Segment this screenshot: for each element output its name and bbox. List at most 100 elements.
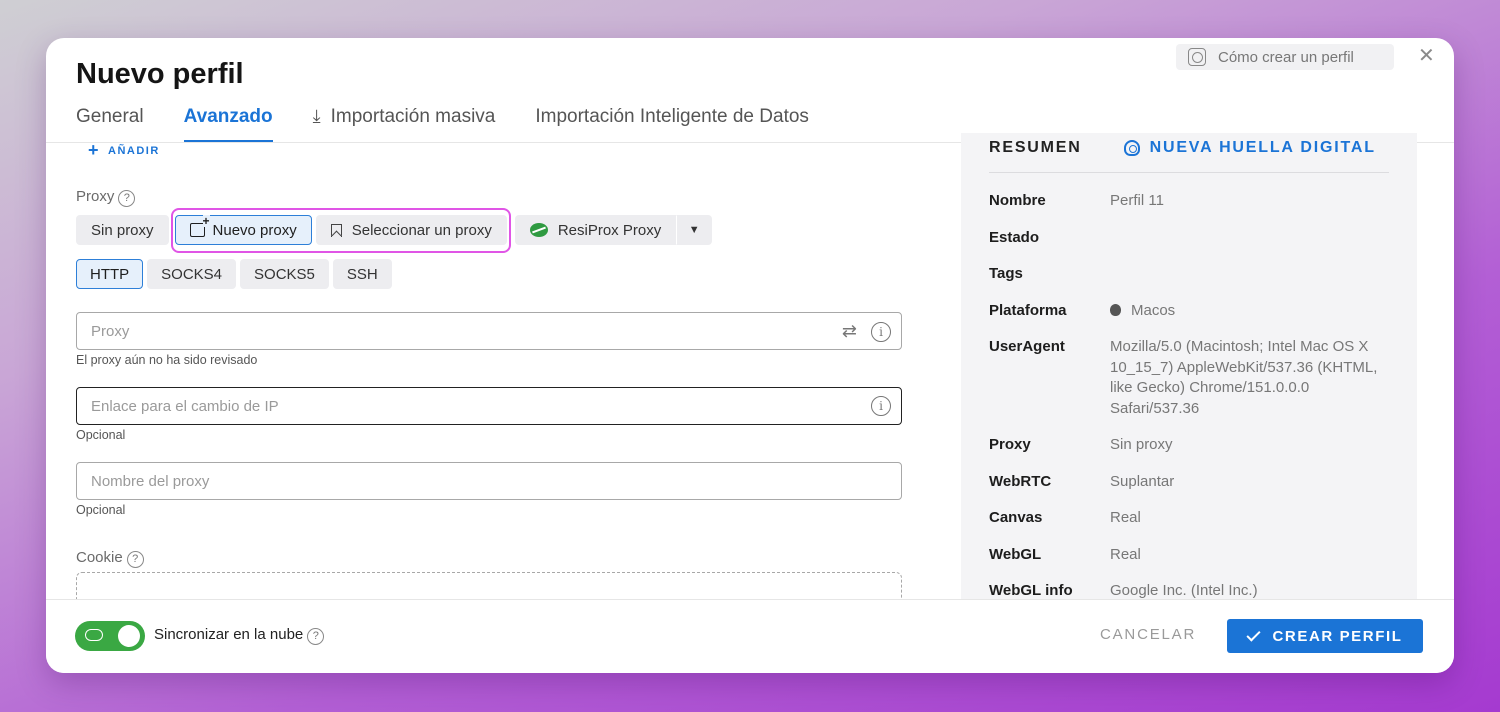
summary-value: Google Inc. (Intel Inc.) [1110, 582, 1258, 599]
proxy-label: Proxy? [76, 188, 136, 207]
protocol-socks5[interactable]: SOCKS5 [240, 259, 329, 289]
add-button[interactable]: + AÑADIR [88, 143, 160, 161]
summary-row: WebGL info Google Inc. (Intel Inc.) [989, 581, 1399, 599]
tab-smart-import[interactable]: Importación Inteligente de Datos [535, 106, 809, 138]
summary-rows: Nombre Perfil 11 Estado Tags Plataforma Ma… [989, 191, 1399, 599]
tab-advanced[interactable]: Avanzado [183, 106, 273, 143]
summary-key: Canvas [989, 509, 1043, 526]
proxy-name-hint: Opcional [76, 503, 126, 517]
summary-key: Nombre [989, 192, 1046, 209]
toggle-knob [118, 625, 140, 647]
dialog-title: Nuevo perfil [76, 58, 244, 90]
tab-bulk-import[interactable]: ⤓ Importación masiva [313, 106, 496, 138]
advanced-form: + AÑADIR Proxy? Sin proxy Nuevo proxy Sel… [46, 143, 946, 599]
dialog-footer: Sincronizar en la nube? CANCELAR CREAR P… [46, 599, 1454, 673]
cookie-label: Cookie? [76, 549, 144, 568]
new-profile-dialog: Nuevo perfil Cómo crear un perfil ✕ Gene… [46, 38, 1454, 673]
summary-header: RESUMEN NUEVA HUELLA DIGITAL [989, 139, 1376, 157]
highlight-frame: Nuevo proxy Seleccionar un proxy [170, 207, 511, 253]
summary-value-platform: Macos [1110, 301, 1175, 322]
proxy-name-input[interactable]: Nombre del proxy [76, 462, 902, 500]
add-label: AÑADIR [108, 145, 160, 157]
plus-icon: + [88, 143, 101, 160]
bookmark-icon [330, 223, 342, 237]
select-proxy-label: Seleccionar un proxy [351, 221, 492, 239]
fingerprint-icon [1123, 140, 1140, 156]
info-icon[interactable]: i [871, 396, 891, 416]
summary-value: Mozilla/5.0 (Macintosh; Intel Mac OS X 1… [1110, 338, 1378, 417]
platform-value: Macos [1131, 301, 1176, 319]
resiprox-label: ResiProx Proxy [557, 221, 662, 239]
cloud-sync-text: Sincronizar en la nube [154, 626, 304, 643]
summary-key: WebGL info [989, 582, 1073, 599]
summary-row: Tags [989, 264, 1399, 285]
summary-divider [989, 172, 1389, 173]
summary-panel: RESUMEN NUEVA HUELLA DIGITAL Nombre Perfi… [961, 133, 1417, 599]
resiprox-proxy-button[interactable]: ResiProx Proxy [514, 215, 677, 245]
summary-key: Proxy [989, 436, 1031, 453]
cloud-sync-label: Sincronizar en la nube? [154, 626, 325, 645]
new-fingerprint-label: NUEVA HUELLA DIGITAL [1149, 139, 1376, 156]
protocol-socks4[interactable]: SOCKS4 [147, 259, 237, 289]
help-icon[interactable]: ? [307, 628, 325, 645]
cloud-icon [85, 629, 103, 641]
how-to-create-profile-button[interactable]: Cómo crear un perfil [1176, 44, 1394, 70]
summary-value: Suplantar [1110, 472, 1175, 490]
summary-row: WebRTC Suplantar [989, 472, 1399, 493]
tab-bar: General Avanzado ⤓ Importación masiva Imp… [76, 106, 849, 143]
cancel-button[interactable]: CANCELAR [1100, 626, 1196, 643]
apple-icon [1110, 303, 1121, 316]
select-proxy-button[interactable]: Seleccionar un proxy [315, 215, 507, 245]
proxy-input[interactable]: Proxy ⇄ i [76, 312, 902, 350]
lifebuoy-icon [1188, 48, 1206, 66]
ip-change-link-input[interactable]: Enlace para el cambio de IP i [76, 387, 902, 425]
tab-bulk-import-label: Importación masiva [330, 106, 496, 127]
proxy-label-text: Proxy [76, 188, 115, 205]
close-icon[interactable]: ✕ [1418, 44, 1435, 68]
create-profile-label: CREAR PERFIL [1272, 627, 1403, 645]
summary-value: Sin proxy [1110, 436, 1173, 453]
download-icon: ⤓ [312, 106, 321, 126]
no-proxy-button[interactable]: Sin proxy [76, 215, 169, 245]
summary-row: Canvas Real [989, 508, 1399, 529]
info-icon[interactable]: i [871, 321, 891, 342]
summary-value: Real [1110, 545, 1141, 563]
summary-row: Proxy Sin proxy [989, 435, 1399, 456]
summary-row: Estado [989, 228, 1399, 249]
new-fingerprint-button[interactable]: NUEVA HUELLA DIGITAL [1123, 139, 1376, 157]
caret-down-icon[interactable]: ▼ [676, 215, 713, 245]
help-icon[interactable]: ? [126, 551, 144, 568]
cookie-input[interactable] [76, 572, 902, 599]
summary-value: Real [1110, 509, 1141, 526]
summary-key: UserAgent [989, 338, 1065, 355]
summary-row: Nombre Perfil 11 [989, 191, 1399, 212]
ip-change-hint: Opcional [76, 428, 126, 442]
resiprox-logo-icon [529, 223, 548, 237]
summary-key: Estado [989, 228, 1040, 246]
protocol-ssh[interactable]: SSH [332, 259, 392, 289]
new-proxy-button[interactable]: Nuevo proxy [174, 215, 312, 245]
protocol-http[interactable]: HTTP [76, 259, 144, 289]
swap-icon[interactable]: ⇄ [842, 321, 857, 342]
summary-row: WebGL Real [989, 545, 1399, 566]
help-icon[interactable]: ? [118, 190, 136, 207]
create-profile-button[interactable]: CREAR PERFIL [1227, 619, 1423, 653]
check-icon [1246, 626, 1262, 642]
summary-value: Perfil 11 [1110, 192, 1164, 209]
summary-row: UserAgent Mozilla/5.0 (Macintosh; Intel M… [989, 337, 1399, 419]
proxy-hint: El proxy aún no ha sido revisado [76, 353, 258, 367]
summary-key: Tags [989, 265, 1023, 282]
ip-change-placeholder: Enlace para el cambio de IP [91, 397, 279, 415]
new-window-icon [189, 215, 210, 237]
tab-general[interactable]: General [76, 106, 144, 138]
summary-key: WebRTC [989, 472, 1052, 490]
proxy-name-placeholder: Nombre del proxy [91, 472, 210, 490]
cloud-sync-toggle[interactable] [75, 621, 145, 651]
summary-key: Plataforma [989, 301, 1067, 319]
cookie-label-text: Cookie [76, 549, 123, 566]
summary-title: RESUMEN [989, 139, 1082, 156]
proxy-input-placeholder: Proxy [91, 322, 130, 340]
protocol-selector: HTTP SOCKS4 SOCKS5 SSH [76, 259, 396, 289]
summary-key: WebGL [989, 545, 1042, 563]
how-to-label: Cómo crear un perfil [1218, 48, 1354, 66]
